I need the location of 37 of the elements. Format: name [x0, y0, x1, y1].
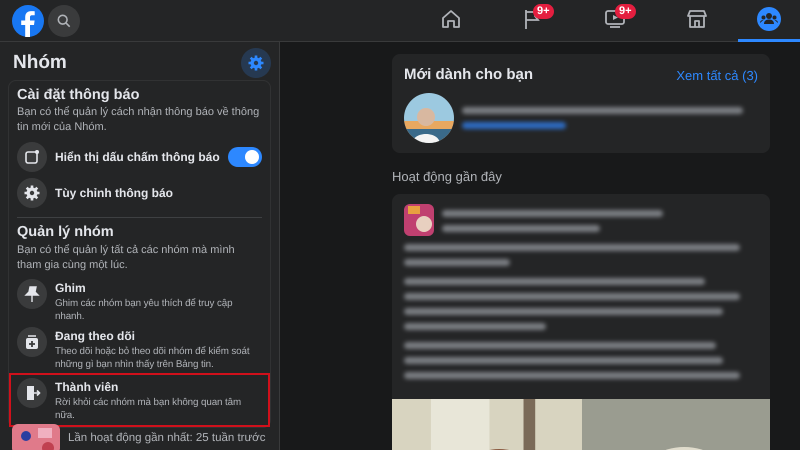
home-icon [439, 7, 463, 31]
menu-item-description: Theo dõi hoặc bỏ theo dõi nhóm để kiểm soát những gì bạn nhìn thấy trên Bảng tin. [55, 344, 250, 371]
section-description: Bạn có thể quản lý cách nhận thông báo về thông tin mới của Nhóm. [17, 105, 260, 136]
section-description: Bạn có thể quản lý tất cả các nhóm mà mình tham gia cùng một lúc. [17, 242, 236, 273]
menu-item-title: Thành viên [55, 378, 120, 396]
menu-item[interactable]: Ghim Ghim các nhóm bạn yêu thích để truy cập nhanh. [17, 276, 262, 325]
see-all-link[interactable]: Xem tất cả (3) [676, 66, 758, 85]
menu-item[interactable]: Thành viên Rời khỏi các nhóm mà bạn không quan tâm nữa. [9, 372, 270, 427]
toggle-switch[interactable] [228, 147, 262, 168]
menu-item-title: Ghim [55, 280, 87, 297]
settings-button[interactable] [241, 48, 271, 78]
facebook-logo[interactable] [12, 4, 44, 36]
nav-tab[interactable]: 9+ [492, 0, 574, 42]
notification-badge: 9+ [533, 4, 554, 18]
notification-badge: 9+ [615, 4, 636, 18]
gear-icon [23, 184, 41, 202]
menu-item[interactable]: Đang theo dõi Theo dõi hoặc bỏ theo dõi nhóm để kiểm soát những gì bạn nhìn thấy trên Bảng tin. [17, 324, 262, 373]
card-title: Mới dành cho bạn [404, 65, 533, 85]
plus-box-icon [23, 332, 41, 351]
section-heading: Hoạt động gần đây [392, 168, 503, 186]
square-dot-icon [23, 148, 41, 166]
menu-item-title: Đang theo dõi [55, 328, 136, 345]
settings-icon [247, 54, 265, 72]
search-icon [57, 14, 71, 28]
setting-label: Hiển thị dấu chấm thông báo [55, 149, 220, 166]
menu-item-description: Ghim các nhóm bạn yêu thích để truy cập nhanh. [55, 296, 234, 323]
menu-item-description: Rời khỏi các nhóm mà bạn không quan tâm nữa. [55, 396, 242, 422]
group-activity-text: Lần hoạt động gần nhất: 25 tuần trước [68, 431, 266, 446]
store-icon [685, 7, 709, 31]
search-button[interactable] [48, 4, 80, 36]
pin-icon [23, 284, 41, 303]
section-title: Quản lý nhóm [17, 224, 115, 242]
section-title: Cài đặt thông báo [17, 87, 140, 104]
settings-item[interactable]: Tùy chỉnh thông báo [17, 175, 262, 212]
nav-tab[interactable]: 9+ [574, 0, 656, 42]
sidebar-title: Nhóm [13, 52, 67, 74]
groups-icon [757, 7, 781, 31]
